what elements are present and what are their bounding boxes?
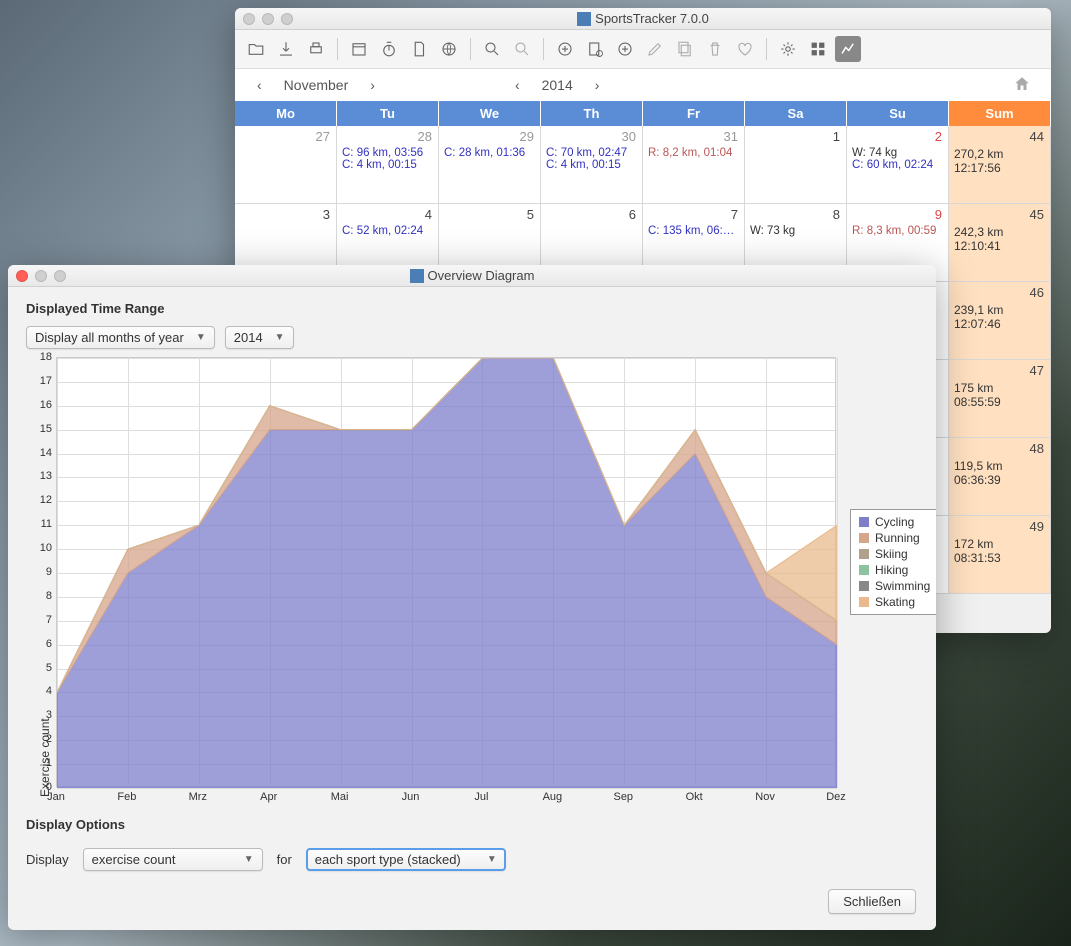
overview-dialog: Overview Diagram Displayed Time Range Di…: [8, 265, 936, 930]
save-icon[interactable]: [273, 36, 299, 62]
year-label: 2014: [530, 73, 585, 97]
time-range-label: Displayed Time Range: [26, 301, 918, 316]
calendar-cell[interactable]: 31R: 8,2 km, 01:04: [643, 126, 745, 204]
legend-item: Swimming: [859, 578, 930, 594]
next-year-button[interactable]: ›: [585, 73, 610, 97]
copy-icon[interactable]: [672, 36, 698, 62]
delete-icon[interactable]: [702, 36, 728, 62]
document-icon[interactable]: [406, 36, 432, 62]
week-summary-cell: 46239,1 km12:07:46: [949, 282, 1051, 360]
day-header: Su: [847, 101, 949, 126]
close-button[interactable]: Schließen: [828, 889, 916, 914]
dialog-titlebar: Overview Diagram: [8, 265, 936, 287]
toolbar: [235, 30, 1051, 69]
day-header: Sum: [949, 101, 1051, 126]
for-select[interactable]: each sport type (stacked) ▼: [306, 848, 506, 871]
nav-row: ‹ November › ‹ 2014 ›: [235, 69, 1051, 101]
calendar-cell[interactable]: 30C: 70 km, 02:47C: 4 km, 00:15: [541, 126, 643, 204]
calendar-cell[interactable]: 2W: 74 kgC: 60 km, 02:24: [847, 126, 949, 204]
close-dialog-icon[interactable]: [16, 270, 28, 282]
chevron-down-icon: ▼: [487, 854, 497, 865]
week-summary-cell: 48119,5 km06:36:39: [949, 438, 1051, 516]
app-icon: [577, 12, 591, 26]
day-header: Th: [541, 101, 643, 126]
add-note-icon[interactable]: [582, 36, 608, 62]
print-icon[interactable]: [303, 36, 329, 62]
edit-icon[interactable]: [642, 36, 668, 62]
open-icon[interactable]: [243, 36, 269, 62]
grid-icon[interactable]: [805, 36, 831, 62]
zoom-in-icon[interactable]: [479, 36, 505, 62]
legend-item: Cycling: [859, 514, 930, 530]
heart-icon[interactable]: [732, 36, 758, 62]
day-header: Tu: [337, 101, 439, 126]
dialog-app-icon: [410, 269, 424, 283]
day-header: Sa: [745, 101, 847, 126]
month-label: November: [272, 73, 361, 97]
week-summary-cell: 49172 km08:31:53: [949, 516, 1051, 594]
minimize-dialog-icon[interactable]: [35, 270, 47, 282]
zoom-dialog-icon[interactable]: [54, 270, 66, 282]
day-header: We: [439, 101, 541, 126]
calendar-cell[interactable]: 28C: 96 km, 03:56C: 4 km, 00:15: [337, 126, 439, 204]
legend: CyclingRunningSkiingHikingSwimmingSkatin…: [850, 509, 936, 615]
legend-item: Skating: [859, 594, 930, 610]
prev-year-button[interactable]: ‹: [505, 73, 530, 97]
gear-icon[interactable]: [775, 36, 801, 62]
globe-icon[interactable]: [436, 36, 462, 62]
stopwatch-icon[interactable]: [376, 36, 402, 62]
add-weight-icon[interactable]: [612, 36, 638, 62]
add-exercise-icon[interactable]: [552, 36, 578, 62]
close-window-icon[interactable]: [243, 13, 255, 25]
display-select[interactable]: exercise count ▼: [83, 848, 263, 871]
zoom-window-icon[interactable]: [281, 13, 293, 25]
display-word: Display: [26, 852, 69, 867]
year-select[interactable]: 2014 ▼: [225, 326, 294, 349]
week-summary-cell: 45242,3 km12:10:41: [949, 204, 1051, 282]
calendar-icon[interactable]: [346, 36, 372, 62]
legend-item: Hiking: [859, 562, 930, 578]
calendar-cell[interactable]: 29C: 28 km, 01:36: [439, 126, 541, 204]
for-word: for: [277, 852, 292, 867]
home-icon[interactable]: [1013, 75, 1039, 96]
main-titlebar: SportsTracker 7.0.0: [235, 8, 1051, 30]
chart-icon[interactable]: [835, 36, 861, 62]
legend-item: Skiing: [859, 546, 930, 562]
calendar-cell[interactable]: 1: [745, 126, 847, 204]
zoom-out-icon[interactable]: [509, 36, 535, 62]
day-header: Fr: [643, 101, 745, 126]
dialog-title: Overview Diagram: [428, 268, 535, 283]
calendar-cell[interactable]: 27: [235, 126, 337, 204]
chevron-down-icon: ▼: [196, 332, 206, 343]
minimize-window-icon[interactable]: [262, 13, 274, 25]
next-month-button[interactable]: ›: [360, 73, 385, 97]
chevron-down-icon: ▼: [275, 332, 285, 343]
chart: Exercise count 0123456789101112131415161…: [26, 357, 918, 817]
prev-month-button[interactable]: ‹: [247, 73, 272, 97]
range-select[interactable]: Display all months of year ▼: [26, 326, 215, 349]
week-summary-cell: 47175 km08:55:59: [949, 360, 1051, 438]
week-summary-cell: 44270,2 km12:17:56: [949, 126, 1051, 204]
window-title: SportsTracker 7.0.0: [595, 11, 709, 26]
legend-item: Running: [859, 530, 930, 546]
day-header: Mo: [235, 101, 337, 126]
chevron-down-icon: ▼: [244, 854, 254, 865]
display-options-label: Display Options: [26, 817, 918, 832]
